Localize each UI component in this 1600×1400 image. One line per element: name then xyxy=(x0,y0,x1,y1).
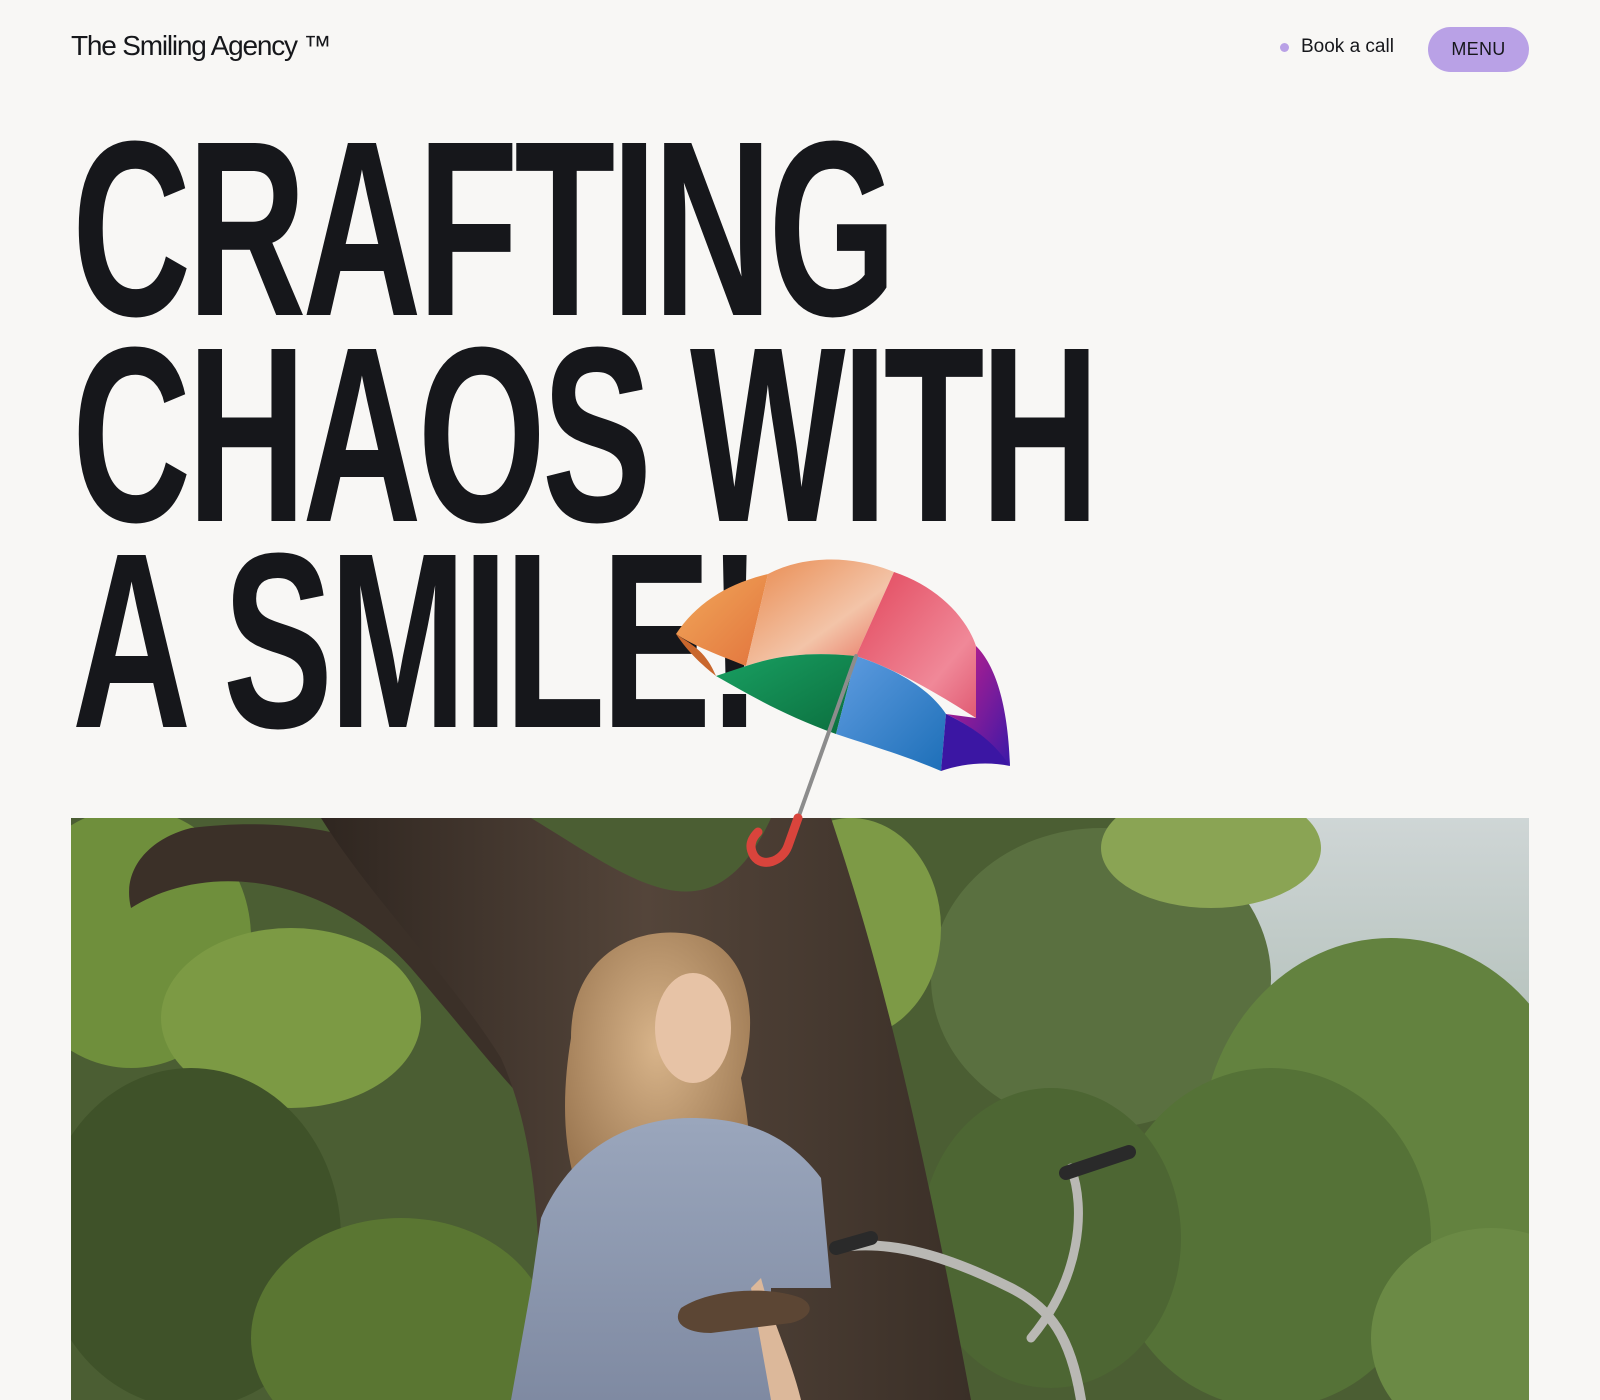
page: The Smiling Agency ™ Book a call MENU CR… xyxy=(0,0,1600,1400)
dot-icon xyxy=(1280,42,1289,52)
hero-headline: CRAFTING CHAOS WITH A SMILE! xyxy=(72,104,1100,766)
menu-button[interactable]: MENU xyxy=(1428,27,1529,72)
book-call-link[interactable]: Book a call xyxy=(1280,36,1394,58)
book-call-label: Book a call xyxy=(1301,36,1394,57)
brand-logo[interactable]: The Smiling Agency ™ xyxy=(71,30,331,62)
hero-photo xyxy=(71,818,1529,1400)
